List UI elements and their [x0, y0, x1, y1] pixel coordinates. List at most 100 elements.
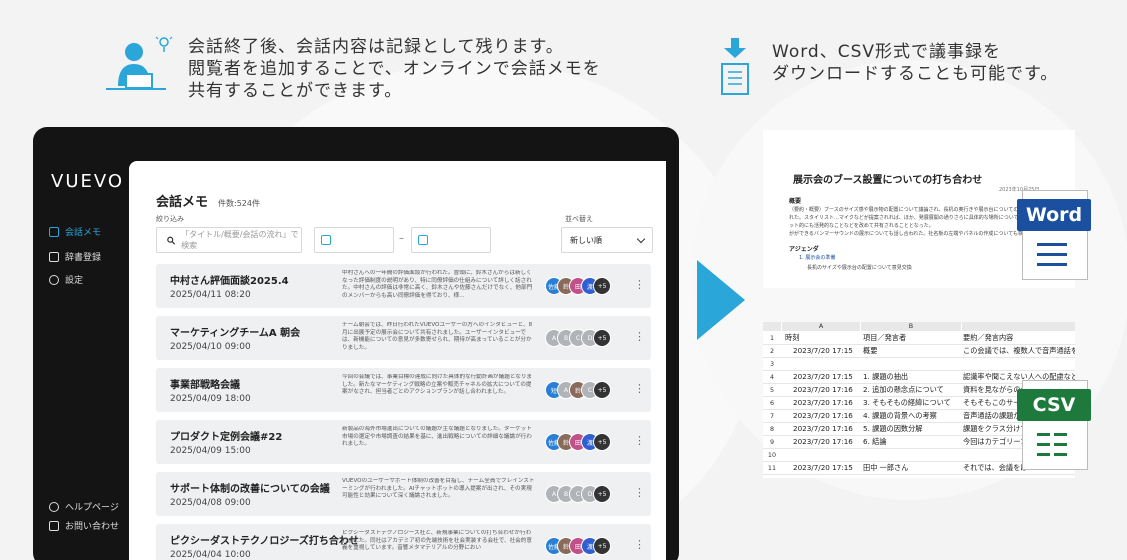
participant-avatars[interactable]: 短 A 鈴 C +5 [545, 381, 625, 399]
csv-line [1037, 453, 1050, 456]
person-laptop-icon [106, 36, 173, 90]
participant-avatars[interactable]: 佐藤鈴田渡 +5 [545, 537, 625, 555]
memo-row[interactable]: マーケティングチームA 朝会 2025/04/10 09:00 チーム朝会では、昨日… [156, 316, 651, 360]
memo-row[interactable]: プロダクト定例会議#22 2025/04/09 15:00 新製品の海外市場進出につ… [156, 420, 651, 464]
sheet-cell: 2023/7/20 17:15 [793, 346, 853, 355]
sidebar-item-label: お問い合わせ [65, 522, 120, 532]
sidebar-item-contact[interactable]: お問い合わせ [49, 519, 119, 532]
sheet-cell: 1. 課題の抽出 [863, 372, 909, 381]
avatar: +5 [593, 329, 611, 347]
memo-summary: VUEVOのユーザーサポート体制の改善を目指し、チーム全員でブレインストーミング… [342, 478, 535, 500]
word-badge: Word [1017, 199, 1091, 231]
memo-row[interactable]: 事業部戦略会議 2025/04/09 18:00 今回の会議では、事業目標の達成に向… [156, 368, 651, 412]
csv-line [1054, 453, 1067, 456]
sidebar-item-help[interactable]: ヘルプページ [49, 500, 119, 513]
memo-summary: ピクシーダストテクノロジーズ社と、新規事業についての打ち合わせが行われました。同… [342, 530, 532, 552]
sheet-cell: 6. 結論 [863, 437, 887, 446]
more-options-icon[interactable]: ⋮ [634, 486, 645, 499]
avatar: +5 [593, 381, 611, 399]
participant-avatars[interactable]: A B C D +5 [545, 485, 625, 503]
memo-date: 2025/04/09 15:00 [170, 446, 251, 456]
more-options-icon[interactable]: ⋮ [634, 382, 645, 395]
caption-line: ダウンロードすることも可能です。 [772, 64, 1059, 84]
memo-summary: 新製品の海外市場進出についての議題が主な議題となりました。ターゲット市場の選定や… [342, 426, 532, 448]
filter-label: 絞り込み [156, 215, 184, 223]
csv-line [1037, 443, 1050, 446]
sidebar-item-memo[interactable]: 会話メモ [49, 225, 101, 238]
mail-icon [49, 520, 59, 531]
page-title: 会話メモ [156, 195, 209, 210]
avatar: +5 [593, 277, 611, 295]
csv-line [1054, 443, 1067, 446]
sheet-gridline [763, 474, 1075, 475]
sheet-gridline [763, 357, 1075, 358]
more-options-icon[interactable]: ⋮ [634, 330, 645, 343]
sheet-cell: 2023/7/20 17:16 [793, 411, 853, 420]
left-caption: 会話終了後、会話内容は記録として残ります。 閲覧者を追加することで、オンラインで… [104, 34, 664, 110]
date-from-input[interactable] [314, 227, 394, 253]
sheet-cell: この会議では、複数人で音声通話をし [963, 346, 1075, 355]
word-doc-paragraph: がができるバンマーサウンドの展示についても話し合われた。社名板の左端やパネルの作… [789, 231, 1049, 237]
sidebar-item-settings[interactable]: 設定 [49, 273, 83, 286]
sheet-cell: 項目／発言者 [863, 333, 907, 342]
sheet-col-header [962, 322, 1075, 331]
sidebar: VUEVO 会話メモ 辞書登録 設定 ヘルプページ お問い合わせ [33, 127, 129, 560]
word-doc-heading: アジェンダ [789, 246, 819, 253]
sheet-row-number: 5 [769, 386, 775, 394]
sheet-row-number: 1 [769, 334, 775, 342]
memo-date: 2025/04/10 09:00 [170, 342, 251, 352]
memo-icon [49, 226, 59, 237]
caption-line: 閲覧者を追加することで、オンラインで会話メモを [188, 59, 601, 79]
sort-select[interactable]: 新しい順 [561, 227, 653, 253]
memo-date: 2025/04/11 08:20 [170, 290, 251, 300]
sort-label: 並べ替え [565, 215, 593, 223]
word-doc-list-subitem: 長机のサイズや展示台の配置について意見交換 [807, 265, 912, 271]
participant-avatars[interactable]: 佐藤鈴田渡 +5 [545, 277, 625, 295]
word-doc-list-item: 1. 展示会の準備 [799, 255, 836, 261]
sidebar-item-label: 設定 [65, 276, 84, 286]
sheet-cell: 2023/7/20 17:16 [793, 385, 853, 394]
more-options-icon[interactable]: ⋮ [634, 434, 645, 447]
sort-value: 新しい順 [570, 235, 602, 245]
date-to-input[interactable] [411, 227, 491, 253]
sheet-gridline [763, 344, 1075, 345]
memo-row[interactable]: ピクシーダストテクノロジーズ打ち合わせ 2025/04/04 10:00 ピクシーダ… [156, 524, 651, 560]
more-options-icon[interactable]: ⋮ [634, 278, 645, 291]
memo-summary: チーム朝会では、昨日行われたVUEVOユーザーの方へのインタビューと、8月に出展… [342, 322, 533, 351]
date-separator: – [399, 233, 404, 244]
participant-avatars[interactable]: 佐藤鈴田渡 +5 [545, 433, 625, 451]
chevron-down-icon [636, 234, 646, 244]
search-placeholder: 「タイトル/概要/会話の流れ」で検索 [181, 230, 299, 250]
memo-date: 2025/04/04 10:00 [170, 550, 251, 560]
word-line [1037, 243, 1067, 246]
word-doc-title: 展示会のブース設置についての打ち合わせ [793, 175, 983, 186]
memo-row[interactable]: 中村さん評価面談2025.4 2025/04/11 08:20 中村さんへの一年間の… [156, 264, 651, 308]
avatar: +5 [593, 433, 611, 451]
sheet-row-number: 8 [769, 425, 775, 433]
sheet-col-header: B [861, 322, 961, 331]
app-logo: VUEVO [51, 171, 125, 192]
participant-avatars[interactable]: A B C D +5 [545, 329, 625, 347]
memo-row[interactable]: サポート体制の改善についての会議 2025/04/08 09:00 VUEVOのユー… [156, 472, 651, 516]
sheet-row-number: 11 [767, 464, 777, 472]
sheet-cell: 2023/7/20 17:15 [793, 463, 853, 472]
main-content: 会話メモ 件数:524件 絞り込み 並べ替え 「タイトル/概要/会話の流れ」で検… [129, 161, 666, 560]
dictionary-icon [49, 251, 59, 262]
word-file-icon: Word [1017, 190, 1091, 280]
sheet-row-number: 3 [769, 360, 775, 368]
word-line [1037, 253, 1067, 256]
memo-date: 2025/04/08 09:00 [170, 498, 251, 508]
search-input[interactable]: 「タイトル/概要/会話の流れ」で検索 [156, 227, 302, 253]
sheet-col-header: A [782, 322, 860, 331]
memo-count: 件数:524件 [218, 199, 260, 208]
caption-line: Word、CSV形式で議事録を [772, 42, 1001, 62]
sheet-gridline [763, 370, 1075, 371]
sheet-cell: 3. そもそもの経緯について [863, 398, 951, 407]
help-icon [49, 501, 59, 512]
sidebar-item-dictionary[interactable]: 辞書登録 [49, 250, 101, 263]
sidebar-item-label: ヘルプページ [65, 503, 119, 513]
caption-line: 会話終了後、会話内容は記録として残ります。 [188, 37, 564, 57]
sheet-cell: 概要 [863, 346, 878, 355]
more-options-icon[interactable]: ⋮ [634, 538, 645, 551]
sheet-cell: 5. 課題の因数分解 [863, 424, 923, 433]
